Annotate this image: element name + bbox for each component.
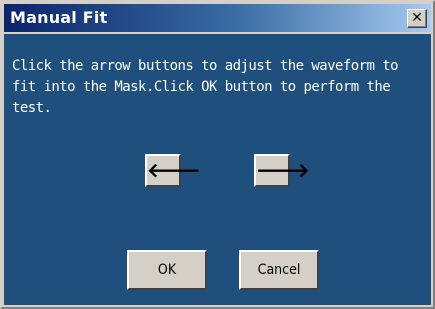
arrow-left-icon: 🡐 (147, 158, 201, 182)
manual-fit-dialog: Manual Fit ✕ Click the arrow buttons to … (0, 0, 435, 309)
ok-button[interactable]: OK (127, 250, 207, 290)
dialog-title: Manual Fit (10, 8, 108, 27)
cancel-button[interactable]: Cancel (239, 250, 319, 290)
dialog-body: Click the arrow buttons to adjust the wa… (4, 34, 431, 305)
title-bar[interactable]: Manual Fit ✕ (4, 4, 431, 32)
move-right-button[interactable]: 🡒 (254, 154, 310, 187)
move-left-button[interactable]: 🡐 (145, 154, 201, 187)
close-button[interactable]: ✕ (407, 9, 427, 28)
instruction-text: Click the arrow buttons to adjust the wa… (12, 58, 399, 116)
close-icon: ✕ (411, 10, 423, 26)
arrow-right-icon: 🡒 (256, 158, 310, 182)
